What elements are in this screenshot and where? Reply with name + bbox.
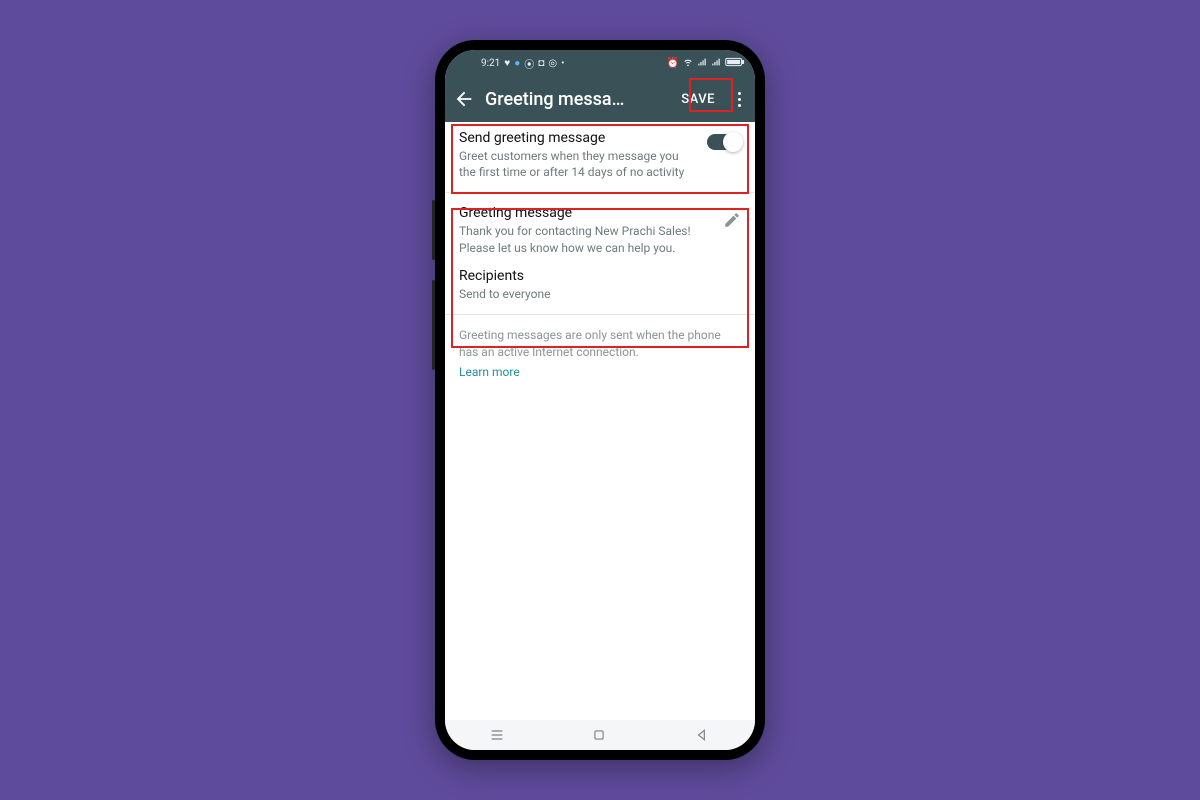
system-nav-bar — [445, 720, 755, 750]
nav-home-button[interactable] — [592, 727, 608, 743]
pencil-icon — [723, 211, 741, 229]
app-bar: Greeting messa… SAVE — [445, 76, 755, 122]
status-wifi-icon — [683, 57, 693, 70]
greeting-message-section[interactable]: Greeting message Thank you for contactin… — [445, 197, 755, 263]
recents-icon — [489, 727, 505, 743]
divider — [445, 192, 755, 193]
greeting-message-body: Thank you for contacting New Prachi Sale… — [459, 223, 713, 255]
arrow-left-icon — [453, 88, 475, 110]
footer-note: Greeting messages are only sent when the… — [459, 327, 741, 361]
learn-more-link[interactable]: Learn more — [459, 365, 520, 379]
status-alarm-icon: ⏰ — [667, 58, 679, 69]
nav-back-triangle-icon — [695, 728, 709, 742]
nav-recents-button[interactable] — [489, 727, 505, 743]
send-greeting-toggle[interactable] — [707, 134, 741, 150]
status-more-icon: • — [561, 58, 564, 69]
footer-section: Greeting messages are only sent when the… — [445, 319, 755, 388]
edit-message-button[interactable] — [723, 211, 741, 229]
recipients-subtitle: Send to everyone — [459, 286, 741, 302]
recipients-section[interactable]: Recipients Send to everyone — [445, 264, 755, 310]
page-title: Greeting messa… — [485, 89, 667, 110]
nav-back-button[interactable] — [695, 727, 711, 743]
status-app-icon: ● — [514, 58, 520, 69]
status-app-icon-2: ⦿ — [524, 56, 534, 71]
status-signal-icon — [697, 57, 707, 70]
send-greeting-section[interactable]: Send greeting message Greet customers wh… — [445, 122, 755, 188]
send-greeting-subtitle: Greet customers when they message you th… — [459, 148, 697, 180]
status-bar: 9:21 ♥ ● ⦿ ◘ ◎ • ⏰ — [445, 50, 755, 76]
status-battery-icon — [725, 57, 745, 70]
greeting-message-title: Greeting message — [459, 205, 713, 221]
phone-frame: 9:21 ♥ ● ⦿ ◘ ◎ • ⏰ — [435, 40, 765, 760]
status-signal-icon-2 — [711, 57, 721, 70]
home-square-icon — [592, 728, 606, 742]
status-app-icon-3: ◘ — [538, 58, 544, 69]
recipients-title: Recipients — [459, 268, 741, 284]
save-button[interactable]: SAVE — [677, 88, 719, 111]
more-vertical-icon — [738, 92, 741, 95]
more-options-button[interactable] — [729, 92, 749, 107]
divider — [445, 314, 755, 315]
status-time: 9:21 — [481, 58, 500, 69]
status-app-icon-4: ◎ — [548, 58, 557, 69]
phone-screen: 9:21 ♥ ● ⦿ ◘ ◎ • ⏰ — [445, 50, 755, 750]
back-button[interactable] — [453, 88, 475, 110]
send-greeting-title: Send greeting message — [459, 130, 697, 146]
content-area: Send greeting message Greet customers wh… — [445, 122, 755, 720]
status-notification-dot-icon: ♥ — [504, 58, 510, 69]
